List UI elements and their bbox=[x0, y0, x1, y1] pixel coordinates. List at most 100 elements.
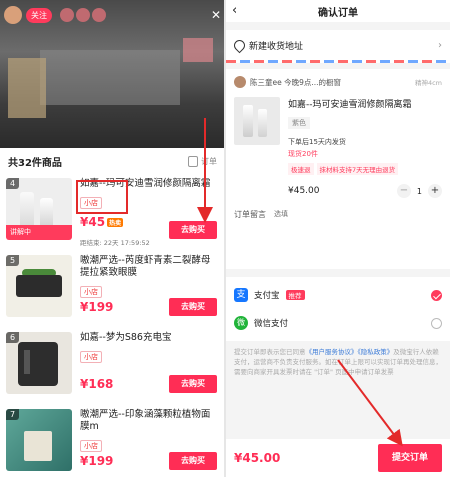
payment-methods: 支 支付宝 推荐 微 微信支付 bbox=[226, 277, 450, 341]
service-tags: 极速退 抹材料支持7天无理由退货 bbox=[288, 163, 442, 175]
follow-button[interactable]: 关注 bbox=[26, 7, 52, 23]
buy-button[interactable]: 去购买 bbox=[169, 221, 217, 239]
bottle-image bbox=[258, 109, 267, 137]
item-title: 嗷潮严选--芮度虾青素二裂酵母提拉紧致眼膜 bbox=[80, 255, 211, 278]
alipay-radio[interactable] bbox=[431, 289, 442, 301]
product-info: 如嘉--玛可安迪雪润修颜隔离霜 紫色 下单后15天内发货 现货20件 极速退 抹… bbox=[288, 97, 442, 175]
shop-row[interactable]: 陈三童ee 今晚9点...的橱窗 精神4cm bbox=[234, 75, 442, 89]
order-note-input[interactable] bbox=[274, 208, 442, 220]
viewer-avatars[interactable] bbox=[60, 8, 106, 22]
item-price: ¥199 bbox=[80, 454, 114, 468]
quantity-row: ¥45.00 − 1 + bbox=[288, 184, 442, 198]
list-item[interactable]: 5 嗷潮严选--芮度虾青素二裂酵母提拉紧致眼膜 小店 ¥199 去购买 bbox=[0, 251, 225, 328]
orders-link[interactable]: 订单 bbox=[188, 155, 217, 167]
orders-label: 订单 bbox=[201, 156, 217, 166]
order-header: ‹ 确认订单 bbox=[226, 0, 450, 22]
plus-button[interactable]: + bbox=[428, 184, 442, 198]
item-index: 4 bbox=[6, 178, 20, 189]
viewer-avatar bbox=[92, 8, 106, 22]
product-thumbnail[interactable]: 7 bbox=[6, 409, 72, 471]
alipay-label: 支付宝 bbox=[254, 291, 280, 301]
product-thumbnail[interactable]: 5 bbox=[6, 255, 72, 317]
live-room-panel: 关注 ✕ 共32件商品 订单 4 讲解中 如嘉--玛可安迪雪润修颜隔离霜 小店 … bbox=[0, 0, 225, 477]
shop-tag: 小店 bbox=[80, 286, 102, 298]
recommend-badge: 推荐 bbox=[285, 290, 305, 300]
item-price: ¥199 bbox=[80, 300, 114, 314]
new-address-label: 新建收货地址 bbox=[249, 41, 304, 52]
poster-image bbox=[8, 58, 46, 118]
viewer-avatar bbox=[76, 8, 90, 22]
item-index: 7 bbox=[6, 409, 20, 420]
shipping-info: 下单后15天内发货 bbox=[288, 138, 346, 146]
mask-box-image bbox=[24, 431, 52, 461]
product-thumbnail[interactable] bbox=[234, 97, 280, 145]
item-info: 如嘉--梦为S86充电宝 小店 ¥168 去购买 bbox=[80, 332, 219, 405]
item-title: 如嘉--梦为S86充电宝 bbox=[80, 332, 172, 343]
jar-image bbox=[16, 275, 62, 297]
sheet-header: 共32件商品 订单 bbox=[0, 148, 225, 174]
service-agreement-link[interactable]: 《用户服务协议》 bbox=[306, 348, 358, 356]
close-icon[interactable]: ✕ bbox=[211, 8, 221, 22]
quantity-value: 1 bbox=[416, 186, 422, 196]
product-thumbnail[interactable]: 6 bbox=[6, 332, 72, 394]
location-pin-icon bbox=[234, 40, 243, 51]
item-price: ¥45 热卖 bbox=[80, 215, 124, 229]
item-index: 5 bbox=[6, 255, 20, 266]
product-variant: 紫色 bbox=[288, 117, 310, 129]
viewer-avatar bbox=[60, 8, 74, 22]
agreement-text: 提交订单即表示您已同意《用户服务协议》《隐私政策》及微宝行人依赖支付，运营商不负… bbox=[226, 347, 450, 377]
list-item[interactable]: 7 嗷潮严选--印象涵藻颗粒植物面膜m 小店 ¥199 去购买 bbox=[0, 405, 225, 477]
address-row[interactable]: 新建收货地址 › bbox=[226, 30, 450, 60]
hot-badge: 热卖 bbox=[107, 218, 124, 227]
shop-badge: 精神4cm bbox=[414, 79, 442, 87]
submit-order-button[interactable]: 提交订单 bbox=[378, 444, 442, 472]
page-title: 确认订单 bbox=[318, 7, 358, 19]
shop-tag: 小店 bbox=[80, 351, 102, 363]
host-avatar[interactable] bbox=[4, 6, 22, 24]
buy-button[interactable]: 去购买 bbox=[169, 375, 217, 393]
checkout-bar: ¥45.00 提交订单 bbox=[226, 439, 450, 477]
agreement-prefix: 提交订单即表示您已同意 bbox=[234, 348, 306, 356]
wechat-pay-icon: 微 bbox=[234, 316, 248, 330]
airmail-stripe bbox=[226, 60, 450, 63]
minus-button[interactable]: − bbox=[396, 184, 411, 198]
countdown-text: 距结束: 22天 17:59:52 bbox=[80, 239, 150, 247]
service-tag: 极速退 bbox=[288, 163, 314, 175]
shelf-image bbox=[40, 50, 180, 105]
payment-option-wechat[interactable]: 微 微信支付 bbox=[234, 309, 442, 337]
quantity-stepper: − 1 + bbox=[396, 184, 442, 198]
chevron-right-icon: › bbox=[438, 39, 442, 51]
list-item[interactable]: 6 如嘉--梦为S86充电宝 小店 ¥168 去购买 bbox=[0, 328, 225, 405]
buy-button[interactable]: 去购买 bbox=[169, 452, 217, 470]
buy-button[interactable]: 去购买 bbox=[169, 298, 217, 316]
live-stream-background: 关注 ✕ bbox=[0, 0, 225, 148]
wechat-pay-radio[interactable] bbox=[431, 317, 442, 329]
shop-name: 陈三童ee 今晚9点...的橱窗 bbox=[250, 77, 342, 87]
payment-option-alipay[interactable]: 支 支付宝 推荐 bbox=[234, 281, 442, 309]
wechat-pay-label: 微信支付 bbox=[254, 319, 289, 329]
item-title: 嗷潮严选--印象涵藻颗粒植物面膜m bbox=[80, 409, 211, 432]
annotation-highlight-box bbox=[76, 180, 128, 214]
privacy-policy-link[interactable]: 《隐私政策》 bbox=[358, 348, 394, 356]
bottle-image bbox=[243, 105, 253, 137]
item-price-value: ¥45 bbox=[80, 215, 106, 229]
product-thumbnail[interactable]: 4 讲解中 bbox=[6, 178, 72, 240]
order-item-card: 陈三童ee 今晚9点...的橱窗 精神4cm 如嘉--玛可安迪雪润修颜隔离霜 紫… bbox=[226, 69, 450, 269]
stock-info: 现货20件 bbox=[288, 150, 318, 158]
live-top-bar: 关注 ✕ bbox=[4, 4, 221, 26]
shop-tag: 小店 bbox=[80, 440, 102, 452]
item-info: 嗷潮严选--印象涵藻颗粒植物面膜m 小店 ¥199 去购买 bbox=[80, 409, 219, 477]
order-note-label: 订单留言 bbox=[234, 209, 266, 219]
confirm-order-panel: ‹ 确认订单 新建收货地址 › 陈三童ee 今晚9点...的橱窗 精神4cm 如… bbox=[226, 0, 450, 477]
back-arrow-icon[interactable]: ‹ bbox=[232, 3, 237, 18]
shop-avatar bbox=[234, 76, 246, 88]
item-info: 嗷潮严选--芮度虾青素二裂酵母提拉紧致眼膜 小店 ¥199 去购买 bbox=[80, 255, 219, 328]
alipay-icon: 支 bbox=[234, 288, 248, 302]
decor-image bbox=[183, 38, 213, 62]
unit-price: ¥45.00 bbox=[288, 186, 320, 196]
product-name: 如嘉--玛可安迪雪润修颜隔离霜 bbox=[288, 100, 412, 110]
product-row: 如嘉--玛可安迪雪润修颜隔离霜 紫色 下单后15天内发货 现货20件 极速退 抹… bbox=[234, 97, 442, 175]
service-tag: 抹材料支持7天无理由退货 bbox=[316, 163, 399, 175]
item-index: 6 bbox=[6, 332, 20, 343]
explaining-badge: 讲解中 bbox=[6, 225, 72, 240]
